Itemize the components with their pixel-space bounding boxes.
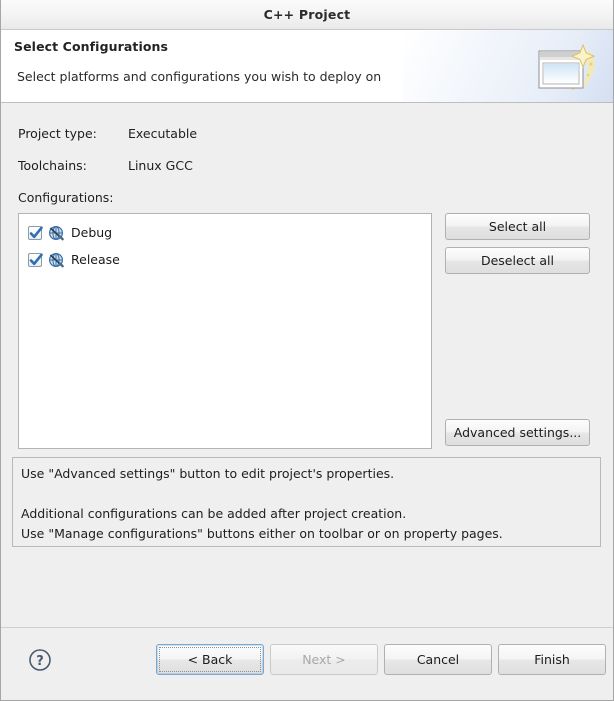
select-all-button[interactable]: Select all xyxy=(445,213,590,240)
new-project-wizard-icon xyxy=(533,42,599,98)
navigation-buttons: < Back Next > Cancel Finish xyxy=(156,644,606,675)
field-project-type: Project type: Executable xyxy=(1,126,613,141)
checkbox-debug[interactable] xyxy=(28,225,43,240)
advanced-settings-button[interactable]: Advanced settings... xyxy=(445,419,590,446)
configuration-icon xyxy=(48,225,64,241)
cancel-button[interactable]: Cancel xyxy=(384,644,492,675)
back-button-label: < Back xyxy=(187,652,233,667)
list-side-buttons: Select all Deselect all xyxy=(445,213,590,274)
description-line-3: Use "Manage configurations" buttons eith… xyxy=(21,526,503,541)
project-type-label: Project type: xyxy=(18,126,97,141)
configurations-area: Debug Release Select all Deselect all Ad… xyxy=(18,213,601,449)
configurations-list[interactable]: Debug Release xyxy=(18,213,432,449)
finish-button[interactable]: Finish xyxy=(498,644,606,675)
configuration-icon xyxy=(48,252,64,268)
back-button[interactable]: < Back xyxy=(156,644,264,675)
toolchains-label: Toolchains: xyxy=(18,158,87,173)
next-button: Next > xyxy=(270,644,378,675)
list-item[interactable]: Release xyxy=(19,246,431,273)
help-icon[interactable]: ? xyxy=(28,648,52,672)
cpp-project-wizard-dialog: C++ Project Select Configurations Select… xyxy=(0,0,614,701)
description-line-1: Use "Advanced settings" button to edit p… xyxy=(21,466,395,481)
description-line-2: Additional configurations can be added a… xyxy=(21,506,407,521)
field-configurations: Configurations: xyxy=(1,190,613,205)
page-title: Select Configurations xyxy=(14,39,169,54)
configurations-label: Configurations: xyxy=(18,190,114,205)
field-toolchains: Toolchains: Linux GCC xyxy=(1,158,613,173)
page-subtitle: Select platforms and configurations you … xyxy=(17,69,382,84)
list-item-label: Debug xyxy=(71,225,113,240)
wizard-body: Project type: Executable Toolchains: Lin… xyxy=(1,103,613,627)
description-box: Use "Advanced settings" button to edit p… xyxy=(12,457,601,547)
toolchains-value: Linux GCC xyxy=(128,158,193,173)
project-type-value: Executable xyxy=(128,126,198,141)
dialog-footer: ? < Back Next > Cancel Finish xyxy=(1,627,613,700)
list-item-label: Release xyxy=(71,252,120,267)
wizard-header: Select Configurations Select platforms a… xyxy=(1,30,613,103)
list-item[interactable]: Debug xyxy=(19,219,431,246)
window-title: C++ Project xyxy=(263,7,351,22)
deselect-all-button[interactable]: Deselect all xyxy=(445,247,590,274)
checkbox-release[interactable] xyxy=(28,252,43,267)
window-titlebar: C++ Project xyxy=(1,0,613,30)
svg-text:?: ? xyxy=(36,654,44,669)
